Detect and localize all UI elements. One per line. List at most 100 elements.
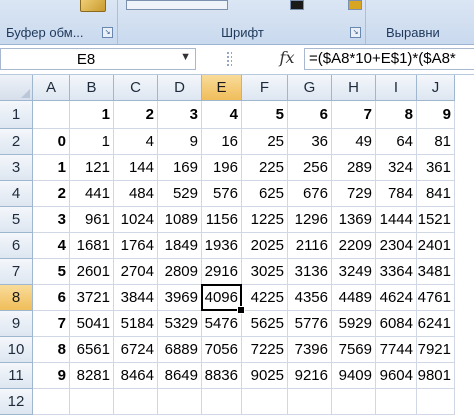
cell-a5[interactable]: 3 <box>33 207 70 233</box>
cell-f6[interactable]: 2025 <box>242 233 288 259</box>
cell-h3[interactable]: 289 <box>332 155 376 181</box>
cell-f11[interactable]: 9025 <box>242 363 288 389</box>
cell-a12[interactable] <box>33 389 70 415</box>
cell-c1[interactable]: 2 <box>114 101 158 129</box>
row-header-11[interactable]: 11 <box>0 363 33 389</box>
cell-h12[interactable] <box>332 389 376 415</box>
cell-i6[interactable]: 2304 <box>376 233 417 259</box>
cell-a4[interactable]: 2 <box>33 181 70 207</box>
cell-c8[interactable]: 3844 <box>114 285 158 311</box>
row-header-9[interactable]: 9 <box>0 311 33 337</box>
cell-a8[interactable]: 6 <box>33 285 70 311</box>
cell-e10[interactable]: 7056 <box>202 337 242 363</box>
column-header-j[interactable]: J <box>417 75 455 101</box>
cell-b1[interactable]: 1 <box>70 101 114 129</box>
cell-c4[interactable]: 484 <box>114 181 158 207</box>
cell-d12[interactable] <box>158 389 202 415</box>
cell-a11[interactable]: 9 <box>33 363 70 389</box>
font-color-swatch[interactable] <box>290 0 304 10</box>
cell-c3[interactable]: 144 <box>114 155 158 181</box>
insert-function-icon[interactable]: fx <box>272 48 302 70</box>
cell-e12[interactable] <box>202 389 242 415</box>
cell-j1[interactable]: 9 <box>417 101 455 129</box>
cell-j5[interactable]: 1521 <box>417 207 455 233</box>
column-header-a[interactable]: A <box>33 75 70 101</box>
cell-d1[interactable]: 3 <box>158 101 202 129</box>
cell-j7[interactable]: 3481 <box>417 259 455 285</box>
cell-h6[interactable]: 2209 <box>332 233 376 259</box>
clipboard-launcher-icon[interactable]: ↘ <box>102 27 113 38</box>
cell-b12[interactable] <box>70 389 114 415</box>
cell-c12[interactable] <box>114 389 158 415</box>
cell-j4[interactable]: 841 <box>417 181 455 207</box>
cell-g7[interactable]: 3136 <box>288 259 332 285</box>
cell-d6[interactable]: 1849 <box>158 233 202 259</box>
cell-d7[interactable]: 2809 <box>158 259 202 285</box>
cell-e8[interactable]: 4096 <box>202 285 242 311</box>
cell-e3[interactable]: 196 <box>202 155 242 181</box>
cell-g5[interactable]: 1296 <box>288 207 332 233</box>
cell-f5[interactable]: 1225 <box>242 207 288 233</box>
cell-c5[interactable]: 1024 <box>114 207 158 233</box>
cell-h4[interactable]: 729 <box>332 181 376 207</box>
column-header-e[interactable]: E <box>202 75 242 101</box>
cell-j12[interactable] <box>417 389 455 415</box>
cell-b6[interactable]: 1681 <box>70 233 114 259</box>
cell-h7[interactable]: 3249 <box>332 259 376 285</box>
cell-g10[interactable]: 7396 <box>288 337 332 363</box>
cell-b8[interactable]: 3721 <box>70 285 114 311</box>
cell-a9[interactable]: 7 <box>33 311 70 337</box>
cell-f3[interactable]: 225 <box>242 155 288 181</box>
font-launcher-icon[interactable]: ↘ <box>350 27 361 38</box>
row-header-6[interactable]: 6 <box>0 233 33 259</box>
cell-i8[interactable]: 4624 <box>376 285 417 311</box>
font-color-button[interactable] <box>126 0 228 10</box>
cell-b2[interactable]: 1 <box>70 129 114 155</box>
cell-e5[interactable]: 1156 <box>202 207 242 233</box>
cell-a10[interactable]: 8 <box>33 337 70 363</box>
cell-j2[interactable]: 81 <box>417 129 455 155</box>
cell-b3[interactable]: 121 <box>70 155 114 181</box>
cell-i7[interactable]: 3364 <box>376 259 417 285</box>
row-header-10[interactable]: 10 <box>0 337 33 363</box>
cell-b7[interactable]: 2601 <box>70 259 114 285</box>
cell-j3[interactable]: 361 <box>417 155 455 181</box>
cell-e4[interactable]: 576 <box>202 181 242 207</box>
column-header-b[interactable]: B <box>70 75 114 101</box>
cell-j9[interactable]: 6241 <box>417 311 455 337</box>
cell-e9[interactable]: 5476 <box>202 311 242 337</box>
cell-i12[interactable] <box>376 389 417 415</box>
cell-e1[interactable]: 4 <box>202 101 242 129</box>
cell-i11[interactable]: 9604 <box>376 363 417 389</box>
cell-h2[interactable]: 49 <box>332 129 376 155</box>
cell-b10[interactable]: 6561 <box>70 337 114 363</box>
row-header-1[interactable]: 1 <box>0 101 33 129</box>
cell-f8[interactable]: 4225 <box>242 285 288 311</box>
row-header-2[interactable]: 2 <box>0 129 33 155</box>
row-header-8[interactable]: 8 <box>0 285 33 311</box>
cell-f4[interactable]: 625 <box>242 181 288 207</box>
cell-g9[interactable]: 5776 <box>288 311 332 337</box>
cell-c10[interactable]: 6724 <box>114 337 158 363</box>
cell-i5[interactable]: 1444 <box>376 207 417 233</box>
cell-h5[interactable]: 1369 <box>332 207 376 233</box>
cell-a7[interactable]: 5 <box>33 259 70 285</box>
cell-g12[interactable] <box>288 389 332 415</box>
format-painter-icon[interactable] <box>80 0 106 12</box>
cell-f12[interactable] <box>242 389 288 415</box>
cell-h11[interactable]: 9409 <box>332 363 376 389</box>
cell-c7[interactable]: 2704 <box>114 259 158 285</box>
cell-j10[interactable]: 7921 <box>417 337 455 363</box>
cell-d8[interactable]: 3969 <box>158 285 202 311</box>
cell-g1[interactable]: 6 <box>288 101 332 129</box>
cell-a3[interactable]: 1 <box>33 155 70 181</box>
cell-d11[interactable]: 8649 <box>158 363 202 389</box>
cell-b11[interactable]: 8281 <box>70 363 114 389</box>
cell-d9[interactable]: 5329 <box>158 311 202 337</box>
cell-a1[interactable] <box>33 101 70 129</box>
cell-c9[interactable]: 5184 <box>114 311 158 337</box>
row-header-3[interactable]: 3 <box>0 155 33 181</box>
cell-d10[interactable]: 6889 <box>158 337 202 363</box>
cell-b4[interactable]: 441 <box>70 181 114 207</box>
cell-d5[interactable]: 1089 <box>158 207 202 233</box>
